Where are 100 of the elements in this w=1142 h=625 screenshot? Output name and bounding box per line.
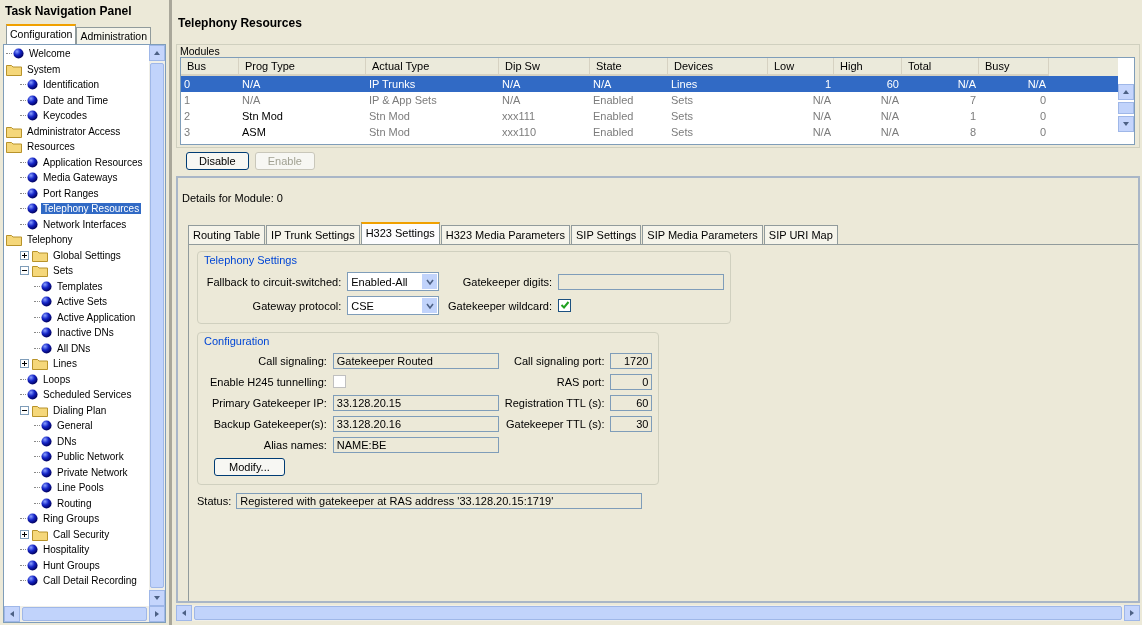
input-field[interactable]: 1720: [610, 353, 653, 369]
settings-tab[interactable]: SIP Media Parameters: [642, 225, 763, 244]
input-field[interactable]: [558, 273, 724, 290]
scroll-right-icon[interactable]: [153, 610, 161, 618]
tree-item[interactable]: Call Security: [51, 528, 112, 540]
tree-item[interactable]: Inactive DNs: [55, 327, 116, 339]
tree-item[interactable]: Resources: [25, 141, 77, 153]
module-button[interactable]: Disable: [186, 152, 249, 170]
table-cell-text: 2: [183, 110, 192, 122]
input-field[interactable]: 33.128.20.15: [332, 395, 499, 411]
tree-item[interactable]: Telephony: [25, 234, 75, 246]
tree-item[interactable]: Telephony Resources: [41, 203, 142, 215]
chevron-down-icon[interactable]: [425, 301, 434, 310]
scroll-thumb[interactable]: [194, 606, 1122, 620]
scroll-up-icon[interactable]: [153, 49, 161, 57]
table-cell-text: N/A: [811, 126, 832, 138]
expander-icon[interactable]: [20, 529, 29, 539]
input-field[interactable]: 30: [610, 416, 653, 432]
tree-item[interactable]: Scheduled Services: [41, 389, 134, 401]
tree-item[interactable]: Private Network: [55, 466, 130, 478]
horizontal-scrollbar[interactable]: [176, 605, 1140, 621]
tree-item[interactable]: Active Application: [55, 311, 138, 323]
settings-tab[interactable]: H323 Settings: [360, 222, 440, 244]
tree-item[interactable]: Global Settings: [51, 249, 123, 261]
field-label: RAS port:: [555, 376, 605, 388]
fallback-dropdown[interactable]: Enabled-All: [347, 272, 440, 291]
tree-item[interactable]: Dialing Plan: [51, 404, 109, 416]
tree-item[interactable]: Line Pools: [55, 482, 106, 494]
scroll-thumb[interactable]: [1118, 102, 1134, 114]
table-row[interactable]: 2 Stn Mod Stn Mod xxx111 Enabled Sets N/A N/A 1 0: [181, 108, 1118, 124]
chevron-down-icon[interactable]: [425, 277, 434, 286]
tree-item[interactable]: Keycodes: [41, 110, 89, 122]
tree-item[interactable]: Sets: [51, 265, 75, 277]
horizontal-scrollbar[interactable]: [4, 606, 165, 622]
checkbox[interactable]: [558, 298, 571, 312]
tree-item[interactable]: Lines: [51, 358, 79, 370]
input-field[interactable]: NAME:BE: [332, 437, 499, 453]
page-title: Telephony Resources: [177, 15, 303, 32]
table-row[interactable]: 3 ASM Stn Mod xxx110 Enabled Sets N/A N/A 8 0: [181, 124, 1118, 140]
scroll-right-icon[interactable]: [1128, 609, 1136, 617]
tree-item[interactable]: Hunt Groups: [41, 559, 102, 571]
input-field[interactable]: 0: [610, 374, 653, 390]
scroll-up-icon[interactable]: [1122, 88, 1130, 96]
tree-item[interactable]: DNs: [55, 435, 79, 447]
input-field[interactable]: 33.128.20.16: [332, 416, 499, 432]
panel-tab[interactable]: Administration: [76, 27, 151, 44]
scroll-thumb[interactable]: [22, 607, 147, 621]
table-row[interactable]: 1 N/A IP & App Sets N/A Enabled Sets N/A N/A 7 0: [181, 92, 1118, 108]
scroll-left-icon[interactable]: [8, 610, 16, 618]
settings-tab[interactable]: H323 Media Parameters: [440, 225, 570, 244]
tree-item[interactable]: General: [55, 420, 95, 432]
tree-item[interactable]: Identification: [41, 79, 102, 91]
settings-tab[interactable]: SIP URI Map: [763, 225, 838, 244]
field-label: Enable H245 tunnelling:: [210, 376, 327, 388]
tree-item[interactable]: Call Detail Recording: [41, 575, 139, 587]
tree-item[interactable]: Network Interfaces: [41, 218, 129, 230]
panel-tab[interactable]: Configuration: [6, 24, 77, 44]
scroll-down-icon[interactable]: [153, 594, 161, 602]
vertical-scrollbar[interactable]: [149, 45, 165, 606]
field-label: Gatekeeper TTL (s):: [505, 418, 605, 430]
table-cell-text: N/A: [811, 94, 832, 106]
table-row[interactable]: 0 N/A IP Trunks N/A N/A Lines 1 60 N/A N/A: [181, 76, 1118, 92]
modify-button[interactable]: Modify...: [214, 458, 285, 476]
tree-item[interactable]: Ring Groups: [41, 513, 102, 525]
tree-item[interactable]: Public Network: [55, 451, 126, 463]
ball-icon: [27, 110, 38, 122]
ball-icon: [41, 435, 52, 447]
scroll-thumb[interactable]: [150, 63, 164, 588]
scroll-down-icon[interactable]: [1122, 120, 1130, 128]
input-field[interactable]: 60: [610, 395, 653, 411]
tree-item[interactable]: Welcome: [27, 48, 73, 60]
tree-item[interactable]: Media Gateways: [41, 172, 120, 184]
expander-icon[interactable]: [20, 359, 29, 369]
expander-icon[interactable]: [20, 266, 29, 276]
settings-tab[interactable]: SIP Settings: [571, 225, 642, 244]
table-cell-text: Sets: [670, 110, 694, 122]
expander-icon[interactable]: [20, 405, 29, 415]
settings-tab[interactable]: Routing Table: [188, 225, 266, 244]
table-cell-text: IP & App Sets: [368, 94, 438, 106]
table-cell-text: Enabled: [592, 94, 635, 106]
tree-item[interactable]: Port Ranges: [41, 187, 101, 199]
table-cell-text: N/A: [956, 78, 977, 90]
tree-item[interactable]: Application Resources: [41, 156, 145, 168]
tree-item[interactable]: Administrator Access: [25, 125, 123, 137]
tree-item[interactable]: Date and Time: [41, 94, 111, 106]
input-field[interactable]: Gatekeeper Routed: [332, 353, 499, 369]
expander-icon[interactable]: [20, 250, 29, 260]
table-cell-text: N/A: [879, 126, 900, 138]
protocol-dropdown[interactable]: CSE: [347, 296, 440, 315]
tree-item[interactable]: Active Sets: [55, 296, 110, 308]
tree-item[interactable]: Templates: [55, 280, 105, 292]
checkbox[interactable]: [332, 374, 346, 388]
scroll-left-icon[interactable]: [180, 609, 188, 617]
tree-item[interactable]: Loops: [41, 373, 73, 385]
settings-tab[interactable]: IP Trunk Settings: [266, 225, 360, 244]
tree-item[interactable]: Hospitality: [41, 544, 92, 556]
tree-item[interactable]: Routing: [55, 497, 94, 509]
tree-item[interactable]: All DNs: [55, 342, 93, 354]
status-label: Status:: [197, 495, 232, 507]
tree-item[interactable]: System: [25, 63, 63, 75]
